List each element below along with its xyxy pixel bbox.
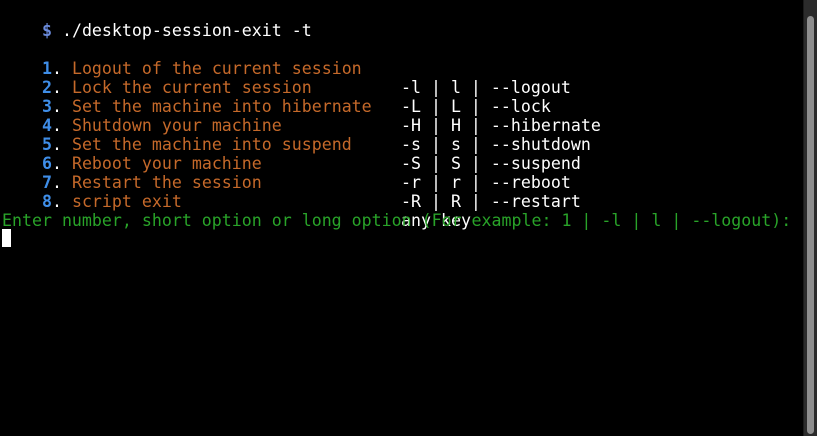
- menu-options: -R | R | --restart: [401, 192, 581, 211]
- prompt-symbol: $: [41, 21, 52, 40]
- scrollbar-thumb[interactable]: [807, 16, 814, 434]
- menu-description: script exit: [71, 192, 182, 211]
- text-cursor[interactable]: [2, 229, 11, 247]
- menu-row: 7. Restart the session -R | R | --restar…: [2, 154, 782, 211]
- menu-row: 4. Shutdown your machine -s | s | --shut…: [2, 97, 782, 154]
- menu-row: 6. Reboot your machine -r | r | --reboot: [2, 135, 782, 192]
- menu-row: 8. script exit any key: [2, 173, 782, 230]
- menu-number: 8: [41, 192, 52, 211]
- menu-row: 5. Set the machine into suspend -S | S |…: [2, 116, 782, 173]
- input-prompt: Enter number, short option or long optio…: [2, 211, 792, 230]
- command-text: ./desktop-session-exit -t: [51, 21, 312, 40]
- menu-row: 3. Set the machine into hibernate -H | H…: [2, 78, 782, 135]
- command-line: $ ./desktop-session-exit -t: [2, 2, 312, 40]
- terminal-window[interactable]: $ ./desktop-session-exit -t 1. Logout of…: [0, 0, 803, 436]
- vertical-scrollbar[interactable]: [803, 0, 817, 436]
- menu-row: 1. Logout of the current session -l | l …: [2, 40, 782, 97]
- menu-separator: .: [51, 192, 72, 211]
- menu-row: 2. Lock the current session -L | L | --l…: [2, 59, 782, 116]
